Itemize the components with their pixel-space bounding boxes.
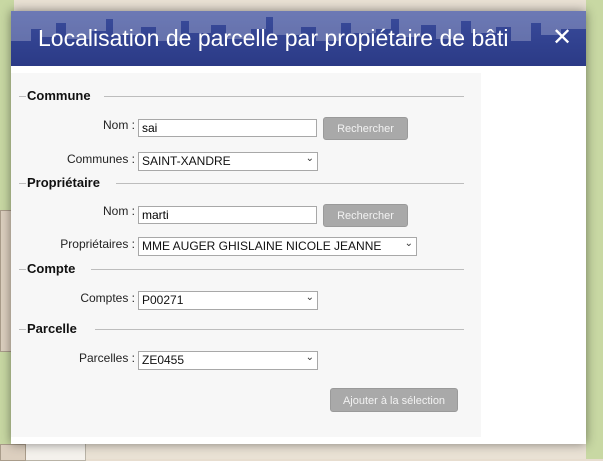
- dialog-title: Localisation de parcelle par propiétaire…: [38, 25, 509, 51]
- map-parcel: [0, 444, 26, 461]
- dialog-content: Commune Nom : Rechercher Communes : SAIN…: [11, 66, 586, 444]
- locate-parcel-dialog: Localisation de parcelle par propiétaire…: [11, 11, 586, 444]
- section-divider: [19, 96, 26, 97]
- communes-label: Communes :: [66, 152, 135, 166]
- parcelles-label: Parcelles :: [78, 351, 135, 365]
- parcelles-selected-value: ZE0455: [142, 353, 185, 367]
- section-divider: [19, 183, 26, 184]
- chevron-down-icon: ⌄: [404, 238, 413, 249]
- comptes-label: Comptes :: [80, 291, 135, 305]
- chevron-down-icon: ⌄: [305, 352, 314, 363]
- commune-name-input[interactable]: [138, 119, 317, 137]
- right-pane: [481, 66, 586, 444]
- section-parcelle-heading: Parcelle: [27, 321, 77, 336]
- commune-nom-label: Nom :: [102, 118, 135, 132]
- proprietaires-label: Propriétaires :: [60, 237, 135, 251]
- chevron-down-icon: ⌄: [305, 292, 314, 303]
- section-divider: [95, 329, 464, 330]
- close-icon[interactable]: ✕: [549, 24, 575, 52]
- section-divider: [91, 269, 464, 270]
- form-panel: Commune Nom : Rechercher Communes : SAIN…: [11, 73, 481, 437]
- proprietaire-name-input[interactable]: [138, 206, 317, 224]
- parcelles-select[interactable]: ZE0455 ⌄: [138, 351, 318, 370]
- section-divider: [116, 183, 464, 184]
- comptes-selected-value: P00271: [142, 293, 184, 307]
- add-to-selection-button[interactable]: Ajouter à la sélection: [330, 388, 458, 412]
- section-divider: [19, 269, 26, 270]
- section-compte-heading: Compte: [27, 261, 76, 276]
- proprietaire-search-button[interactable]: Rechercher: [323, 204, 408, 227]
- proprietaires-select[interactable]: MME AUGER GHISLAINE NICOLE JEANNE ⌄: [138, 237, 417, 256]
- dialog-titlebar[interactable]: Localisation de parcelle par propiétaire…: [11, 11, 586, 66]
- map-green-area: [586, 0, 603, 459]
- communes-select[interactable]: SAINT-XANDRE ⌄: [138, 152, 318, 171]
- section-divider: [19, 329, 26, 330]
- proprietaire-nom-label: Nom :: [102, 204, 135, 218]
- section-divider: [104, 96, 464, 97]
- section-commune-heading: Commune: [27, 88, 91, 103]
- proprietaires-selected-value: MME AUGER GHISLAINE NICOLE JEANNE: [142, 239, 382, 253]
- communes-selected-value: SAINT-XANDRE: [142, 154, 231, 168]
- section-proprietaire-heading: Propriétaire: [27, 175, 100, 190]
- commune-search-button[interactable]: Rechercher: [323, 117, 408, 140]
- chevron-down-icon: ⌄: [305, 153, 314, 164]
- comptes-select[interactable]: P00271 ⌄: [138, 291, 318, 310]
